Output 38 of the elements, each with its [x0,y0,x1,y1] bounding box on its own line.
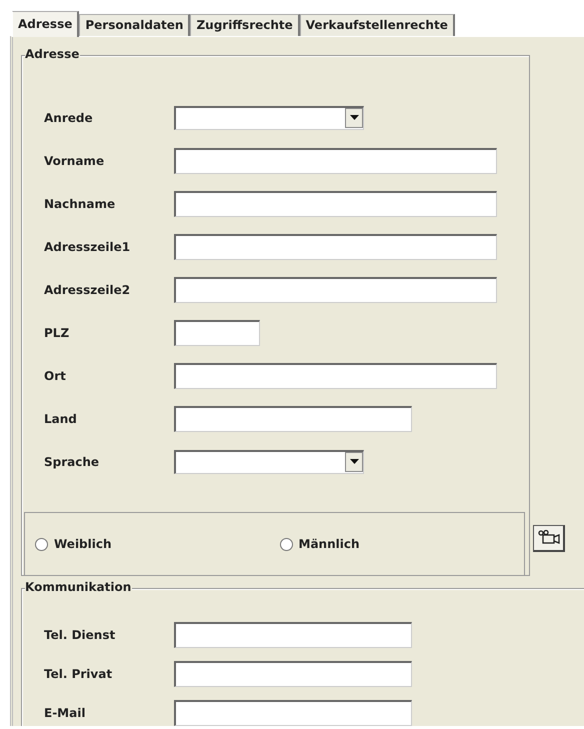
field-label: E-Mail [43,704,86,722]
tab[interactable]: Verkaufstellenrechte [300,14,455,36]
field-label: Sprache [43,454,100,470]
field-label: Anrede [43,110,94,126]
dropdown[interactable] [174,106,364,130]
field-label: Adresszeile2 [43,282,132,298]
camera-icon [538,530,560,546]
field-label: Nachname [43,196,116,212]
field-label: PLZ [43,324,70,342]
radio-button[interactable] [280,538,292,550]
group-title: Adresse [25,47,80,61]
field-label: Land [43,410,78,428]
caret-icon [350,459,358,464]
tab[interactable]: Zugriffsrechte [190,14,300,36]
input-field[interactable] [174,190,497,216]
input-field[interactable] [174,660,412,686]
radio-label: Männlich [298,536,360,553]
radio-button[interactable] [35,538,48,550]
radio-label: Weiblich [54,536,112,553]
input-field[interactable] [174,362,497,388]
group-title: Kommunikation [25,580,132,594]
input-field[interactable] [174,406,412,432]
camera-button[interactable] [533,525,565,552]
caret-icon [350,115,358,120]
input-field[interactable] [174,320,260,346]
dropdown[interactable] [174,450,364,474]
field-label: Tel. Privat [43,666,114,682]
input-field[interactable] [174,276,497,302]
field-label: Tel. Dienst [43,626,116,644]
field-label: Vorname [43,152,106,170]
tab[interactable]: Adresse [12,11,80,37]
input-field[interactable] [174,700,412,726]
input-field[interactable] [174,234,497,260]
tab[interactable]: Personaldaten [79,14,190,36]
input-field[interactable] [174,622,412,648]
input-field[interactable] [174,148,497,174]
field-label: Ort [43,368,67,384]
field-label: Adresszeile1 [43,238,132,256]
